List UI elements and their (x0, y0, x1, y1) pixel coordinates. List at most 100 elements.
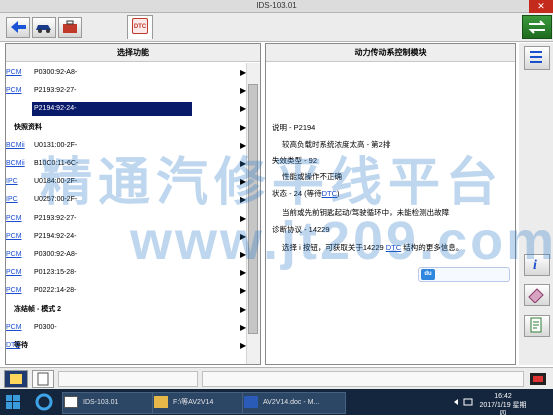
detail-line-text: 状态 - 24 (等待 (272, 189, 322, 198)
notes-tab-button[interactable] (32, 370, 54, 388)
list-item[interactable]: U0184:00-2F- IPC ▶ (6, 175, 260, 189)
function-list: P0300:92-A8- PCM ▶ P2193:92-27- PCM ▶ P2194:92… (6, 66, 260, 364)
list-item[interactable]: P0300- PCM ▶ (6, 321, 260, 335)
swap-arrows-icon (528, 20, 546, 34)
list-item[interactable]: P0222:14-28- PCM ▶ (6, 284, 260, 298)
list-icon (530, 51, 542, 63)
toolbox-icon (63, 20, 77, 33)
detail-line-text: 较高负载时系统浓度太高 - 第2排 (282, 140, 391, 149)
erase-button[interactable] (524, 284, 550, 306)
function-list-panel: 选择功能 P0300:92-A8- PCM ▶ P2193:92-27- PCM ▶ P21… (5, 43, 261, 365)
list-item[interactable]: P2194:92-24- PCM ▶ (6, 102, 260, 117)
status-message-field (202, 371, 524, 387)
status-bar (0, 367, 553, 389)
toolbar: DTC (0, 13, 553, 42)
list-item-link[interactable]: PCM (6, 66, 22, 80)
list-item-label: P0300:92-A8- (34, 69, 78, 76)
vehicle-tab-button[interactable] (4, 370, 28, 388)
list-item[interactable]: B10C0:11-6C- BCMii ▶ (6, 157, 260, 171)
detail-line-text: 失效类型 - 92 (272, 156, 318, 165)
list-item-label: B10C0:11-6C- (34, 160, 79, 167)
list-item-label: P2193:92-27- (34, 87, 77, 95)
detail-line-text: 当前或先前钥匙起动/驾驶循环中，未能检测出故障 (282, 208, 450, 217)
book-icon (10, 374, 22, 384)
list-item-label: 冻结帧 - 模式 2 (14, 305, 62, 313)
detail-line: 较高负载时系统浓度太高 - 第2排 (282, 139, 390, 150)
translate-toolbar[interactable]: du (418, 267, 510, 282)
list-item-link[interactable]: PCM (6, 284, 22, 298)
list-item[interactable]: P2193:92-27- PCM ▶ (6, 84, 260, 98)
car-icon (36, 25, 51, 33)
list-item-label: 快照资料 (14, 123, 42, 131)
list-item-label: P2194:92-24- (34, 105, 77, 113)
list-item-link[interactable]: DTC (6, 339, 20, 353)
list-item-label: P0222:14-28- (34, 287, 77, 295)
scrollbar-thumb[interactable] (248, 84, 258, 334)
side-toolbar: i (519, 43, 553, 365)
list-item[interactable]: P2194:92-24- PCM ▶ (6, 230, 260, 244)
list-item-link[interactable]: PCM (6, 266, 22, 280)
info-button[interactable]: i (524, 254, 550, 276)
detail-line: 当前或先前钥匙起动/驾驶循环中，未能检测出故障 (282, 207, 449, 218)
list-item[interactable]: U0131:00-2F- BCMii ▶ (6, 139, 260, 153)
list-item-label: U0184:00-2F- (34, 178, 78, 186)
list-item-label: U0257:00-2F- (34, 196, 78, 204)
list-item-label: P2193:92-27- (34, 214, 77, 222)
function-list-header: 选择功能 (6, 44, 260, 62)
list-section-header[interactable]: 等待 DTC ▶ (6, 339, 260, 353)
arrow-left-icon (11, 21, 26, 33)
list-item-link[interactable]: PCM (6, 230, 22, 244)
detail-line: 诊断协议 - 14229 (272, 224, 330, 235)
list-item-link[interactable]: PCM (6, 102, 22, 116)
detail-header: 动力传动系控制模块 (266, 44, 515, 62)
svg-text:i: i (533, 258, 537, 273)
dtc-link[interactable]: DTC (322, 189, 337, 198)
detail-line: 性能或操作不正确 (282, 171, 342, 182)
list-item-label: P0300:92-A8- (34, 251, 78, 258)
list-item-link[interactable]: BCMii (6, 157, 25, 171)
list-section-header[interactable]: 冻结帧 - 模式 2 ▶ (6, 303, 260, 317)
dtc-link[interactable]: DTC (386, 243, 401, 252)
tab-dtc[interactable]: DTC (127, 15, 153, 39)
vehicle-button[interactable] (32, 17, 56, 38)
list-item-link[interactable]: PCM (6, 84, 22, 98)
report-icon (530, 317, 542, 333)
list-section-header[interactable]: 快照资料 ▶ (6, 121, 260, 135)
title-bar: IDS-103.01 ✕ (0, 0, 553, 13)
list-item-label: P2194:92-24- (34, 232, 77, 240)
report-button[interactable] (524, 315, 550, 337)
list-item-link[interactable]: PCM (6, 248, 22, 262)
connection-icon (528, 371, 548, 387)
list-item-link[interactable]: BCMii (6, 139, 25, 153)
word-icon (244, 396, 258, 408)
toolbox-button[interactable] (58, 17, 82, 38)
document-icon (37, 372, 49, 386)
eraser-icon (528, 288, 544, 304)
list-item-link[interactable]: PCM (6, 212, 22, 226)
dtc-icon: DTC (132, 18, 148, 34)
back-button[interactable] (6, 17, 30, 38)
list-item-label: U0131:00-2F- (34, 141, 78, 149)
window-title: IDS-103.01 (256, 1, 297, 10)
list-item[interactable]: U0257:00-2F- IPC ▶ (6, 193, 260, 207)
list-item[interactable]: P0123:15-28- PCM ▶ (6, 266, 260, 280)
list-item-link[interactable]: IPC (6, 193, 18, 207)
list-item-link[interactable]: PCM (6, 321, 22, 335)
windows-start-icon[interactable] (6, 395, 20, 409)
detail-line: 选择 i 按钮，可获取关于14229 DTC 结构的更多信息。 (282, 242, 463, 253)
du-icon: du (421, 269, 435, 280)
close-button[interactable]: ✕ (529, 0, 553, 13)
ie-icon[interactable] (34, 393, 54, 411)
list-item[interactable]: P0300:92-A8- PCM ▶ (6, 66, 260, 80)
tray-icons[interactable] (452, 396, 476, 408)
clock-date: 2017/1/19 星期四 (479, 402, 527, 418)
list-item[interactable]: P0300:92-A8- PCM ▶ (6, 248, 260, 262)
list-button[interactable] (524, 46, 550, 70)
swap-button[interactable] (522, 15, 552, 39)
detail-panel: 动力传动系控制模块 说明 - P2194 较高负载时系统浓度太高 - 第2排失效类… (265, 43, 516, 365)
list-item-link[interactable]: IPC (6, 175, 18, 189)
detail-line-text: 说明 - P2194 (272, 123, 316, 132)
detail-line-text: 诊断协议 - 14229 (272, 225, 330, 234)
folder-icon (154, 396, 168, 408)
list-item[interactable]: P2193:92-27- PCM ▶ (6, 212, 260, 226)
